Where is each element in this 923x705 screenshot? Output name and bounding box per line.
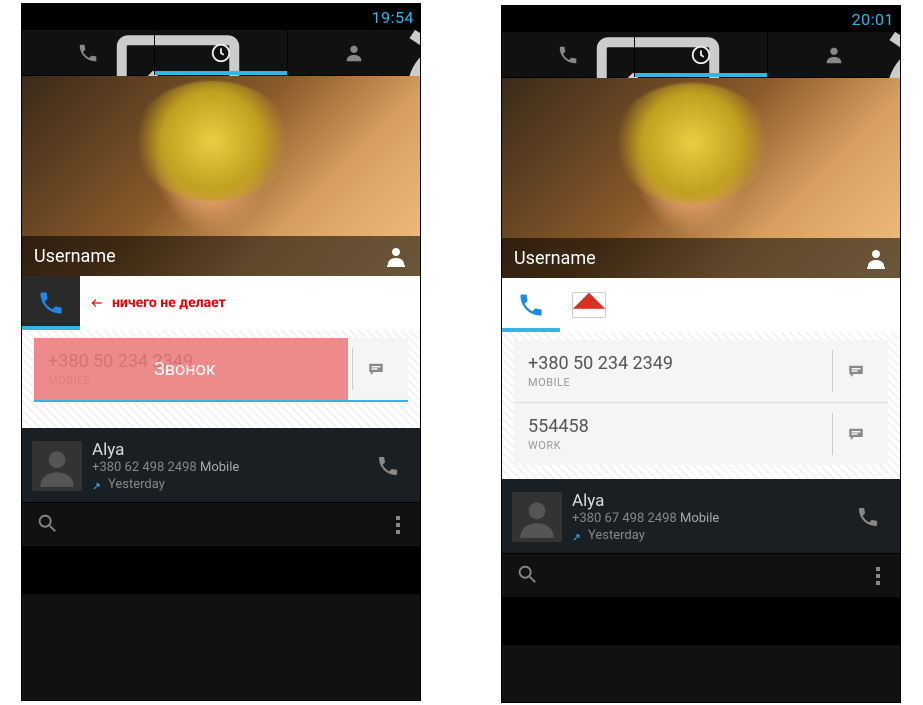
nav-home-button[interactable] — [687, 605, 715, 637]
call-action-button[interactable] — [502, 278, 560, 332]
search-button[interactable] — [516, 563, 538, 589]
gallery-notification-icon — [28, 9, 44, 25]
nav-back-button[interactable] — [74, 554, 102, 586]
tab-dialer[interactable] — [502, 32, 635, 77]
recent-call-item[interactable]: Alya +380 67 498 2498 Mobile Yesterday — [508, 489, 894, 545]
annotation-does-nothing: ничего не делает — [88, 295, 226, 311]
nav-back-button[interactable] — [554, 605, 582, 637]
phone-frame-right: 20:01 Username +380 50 234 2 — [501, 5, 901, 703]
recent-call-item[interactable]: Alya +380 62 498 2498 Mobile Yesterday — [28, 438, 414, 494]
arrow-left-icon — [88, 296, 106, 310]
recent-call-name: Alya — [92, 440, 356, 460]
sms-button[interactable] — [832, 350, 878, 392]
phone-number-text: 554458 — [528, 416, 822, 437]
system-navbar — [502, 597, 900, 645]
contact-username: Username — [514, 248, 596, 269]
email-action-button[interactable] — [560, 278, 618, 332]
contact-name-bar: Username — [502, 238, 900, 278]
tab-contacts[interactable] — [288, 30, 420, 75]
alarm-icon — [786, 11, 802, 27]
sms-button[interactable] — [832, 413, 878, 455]
contact-card: +380 50 234 2349 MOBILE 554458 WORK — [502, 278, 900, 479]
tab-contacts[interactable] — [768, 32, 900, 77]
recent-calls-area: Alya +380 67 498 2498 Mobile Yesterday — [502, 479, 900, 553]
recent-calls-area: Alya +380 62 498 2498 Mobile Yesterday — [22, 428, 420, 502]
tab-recent[interactable] — [155, 30, 288, 75]
avatar — [512, 492, 562, 542]
clock-text: 20:01 — [852, 10, 894, 29]
tools-row — [502, 553, 900, 597]
alarm-icon — [306, 9, 322, 25]
system-navbar — [22, 546, 420, 594]
battery-icon — [830, 11, 846, 27]
nav-recent-button[interactable] — [820, 605, 848, 637]
tools-row — [22, 502, 420, 546]
contact-name-bar: Username — [22, 236, 420, 276]
dialer-tabs — [22, 30, 420, 76]
contact-username: Username — [34, 246, 116, 267]
phone-number-type: WORK — [528, 439, 822, 452]
numbers-region: +380 50 234 2349 MOBILE Звонок — [22, 330, 420, 428]
numbers-region: +380 50 234 2349 MOBILE 554458 WORK — [502, 332, 900, 479]
status-bar: 19:54 — [22, 4, 420, 30]
action-row — [502, 278, 900, 332]
phone-number-text: +380 50 234 2349 — [528, 353, 822, 374]
dial-button[interactable] — [366, 454, 410, 478]
phone-number-type: MOBILE — [528, 376, 822, 389]
gallery-notification-icon — [508, 11, 524, 27]
nav-home-button[interactable] — [207, 554, 235, 586]
recent-call-sub: +380 67 498 2498 Mobile — [572, 511, 836, 526]
annotation-text: ничего не делает — [112, 295, 226, 311]
sms-button[interactable] — [352, 348, 398, 390]
phone-number-row[interactable]: +380 50 234 2349 MOBILE — [514, 340, 888, 403]
signal-icon — [808, 11, 824, 27]
avatar — [32, 441, 82, 491]
tab-recent[interactable] — [635, 32, 768, 77]
phone-frame-left: 19:54 Username ничего не делает +380 50 — [21, 3, 421, 701]
recent-call-name: Alya — [572, 491, 836, 511]
nav-recent-button[interactable] — [340, 554, 368, 586]
phone-number-type: MOBILE — [48, 374, 342, 387]
phone-number-text: +380 50 234 2349 — [48, 351, 342, 372]
contact-photo[interactable]: Username — [22, 76, 420, 276]
recent-call-when: Yesterday — [92, 477, 356, 492]
battery-icon — [350, 9, 366, 25]
gmail-icon — [572, 292, 606, 318]
dial-button[interactable] — [846, 505, 890, 529]
tab-dialer[interactable] — [22, 30, 155, 75]
outgoing-call-icon — [92, 479, 104, 491]
overflow-menu-button[interactable] — [390, 510, 406, 540]
outgoing-call-icon — [572, 530, 584, 542]
signal-icon — [328, 9, 344, 25]
contact-badge-icon[interactable] — [384, 244, 408, 268]
contact-badge-icon[interactable] — [864, 246, 888, 270]
recent-call-sub: +380 62 498 2498 Mobile — [92, 460, 356, 475]
recent-call-when: Yesterday — [572, 528, 836, 543]
status-bar: 20:01 — [502, 6, 900, 32]
phone-number-row[interactable]: 554458 WORK — [514, 403, 888, 465]
overflow-menu-button[interactable] — [870, 561, 886, 591]
clock-text: 19:54 — [372, 8, 414, 27]
dialer-tabs — [502, 32, 900, 78]
call-action-button[interactable] — [22, 276, 80, 330]
contact-card: ничего не делает +380 50 234 2349 MOBILE… — [22, 276, 420, 428]
contact-photo[interactable]: Username — [502, 78, 900, 278]
search-button[interactable] — [36, 512, 58, 538]
phone-number-row[interactable]: +380 50 234 2349 MOBILE Звонок — [34, 338, 408, 400]
action-row: ничего не делает — [22, 276, 420, 330]
